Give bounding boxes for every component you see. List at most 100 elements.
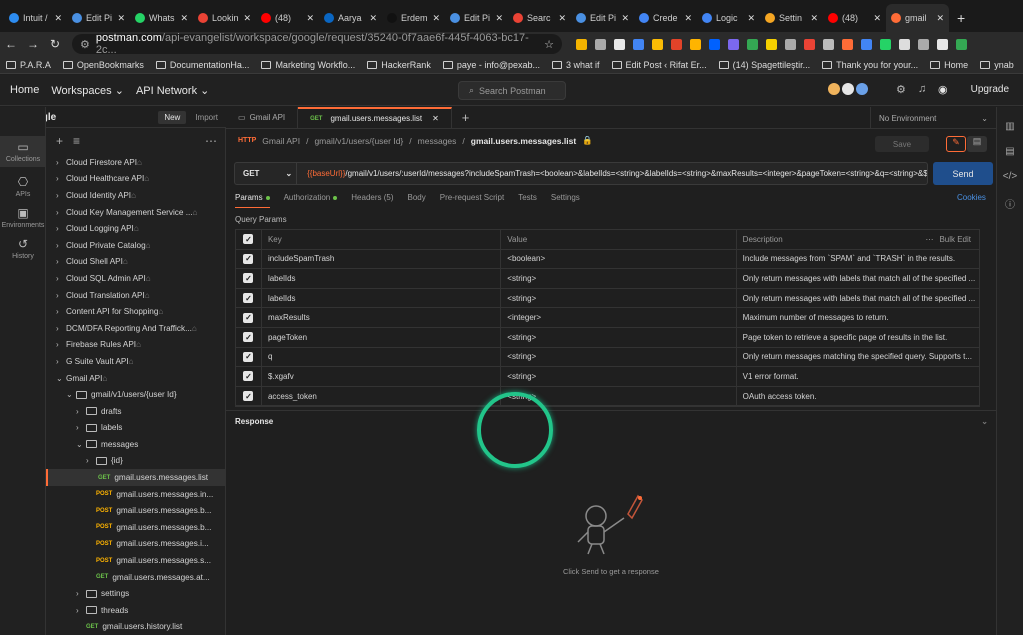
request-tab[interactable]: ▭ Gmail API xyxy=(226,106,299,129)
param-value[interactable]: <integer> xyxy=(501,308,737,327)
chevron-right-icon[interactable]: › xyxy=(56,208,66,217)
param-value[interactable]: <string> xyxy=(501,288,737,308)
chevron-right-icon[interactable]: › xyxy=(86,456,96,465)
bulk-edit-button[interactable]: Bulk Edit xyxy=(939,235,971,244)
folder-item[interactable]: ⌄ messages xyxy=(46,436,225,453)
request-item[interactable]: POST gmail.users.messages.i... xyxy=(46,536,225,553)
chevron-down-icon[interactable]: ⌄ xyxy=(981,417,988,426)
chevron-right-icon[interactable]: › xyxy=(56,158,66,167)
code-icon[interactable]: </> xyxy=(997,171,1023,182)
param-key[interactable]: access_token xyxy=(262,386,502,406)
user-avatar-icon[interactable]: ◉ xyxy=(938,83,948,96)
bookmark-item[interactable]: P.A.R.A xyxy=(6,60,51,70)
chevron-right-icon[interactable]: › xyxy=(56,257,66,266)
close-tab-icon[interactable]: ✕ xyxy=(495,13,503,24)
chevron-right-icon[interactable]: › xyxy=(76,589,86,598)
reload-icon[interactable]: ↻ xyxy=(44,37,66,51)
chevron-right-icon[interactable]: › xyxy=(56,191,66,200)
browser-tab[interactable]: Edit Pi ✕ xyxy=(445,4,508,32)
param-value[interactable]: <string> xyxy=(501,269,737,288)
chevron-right-icon[interactable]: › xyxy=(56,357,66,366)
browser-tab[interactable]: gmail ✕ xyxy=(886,4,949,32)
param-checkbox[interactable]: ✓ xyxy=(243,293,254,304)
browser-tab[interactable]: Whats ✕ xyxy=(130,4,193,32)
url-input[interactable]: {{baseUrl}}/gmail/v1/users/:userId/messa… xyxy=(297,169,927,178)
request-item[interactable]: GET gmail.users.history.list xyxy=(46,619,225,635)
folder-item[interactable]: ⌄ gmail/v1/users/{user Id} xyxy=(46,386,225,403)
collection-item[interactable]: › Cloud Private Catalog ⌂ xyxy=(46,237,225,254)
request-tab[interactable]: GET gmail.users.messages.list ✕ xyxy=(298,106,452,129)
browser-tab[interactable]: Lookin ✕ xyxy=(193,4,256,32)
extension-icon[interactable] xyxy=(728,38,739,50)
workspaces-menu[interactable]: Workspaces ⌄ xyxy=(51,84,124,97)
param-value[interactable]: <string> xyxy=(501,367,737,386)
browser-tab[interactable]: (48) ✕ xyxy=(256,4,319,32)
close-tab-icon[interactable]: ✕ xyxy=(558,13,566,24)
close-tab-icon[interactable]: ✕ xyxy=(684,13,692,24)
collection-item[interactable]: › Cloud Translation API ⌂ xyxy=(46,287,225,304)
add-tab-icon[interactable]: + xyxy=(452,110,480,125)
close-tab-icon[interactable]: ✕ xyxy=(432,13,440,24)
bookmark-item[interactable]: Home xyxy=(930,60,968,70)
extension-icon[interactable] xyxy=(652,38,663,50)
collection-item[interactable]: › Cloud Healthcare API ⌂ xyxy=(46,171,225,188)
param-description[interactable]: Page token to retrieve a specific page o… xyxy=(737,328,979,347)
extension-icon[interactable] xyxy=(918,38,929,50)
edit-icon[interactable]: ✎ xyxy=(946,136,966,152)
bookmark-item[interactable]: DocumentationHa... xyxy=(155,60,249,70)
add-collection-icon[interactable]: + xyxy=(56,134,63,148)
comments-icon[interactable]: ▤ xyxy=(997,146,1023,157)
tab-authorization[interactable]: Authorization xyxy=(284,193,338,208)
extension-icon[interactable] xyxy=(709,38,720,50)
collection-item[interactable]: ⌄ Gmail API ⌂ xyxy=(46,370,225,387)
chevron-right-icon[interactable]: › xyxy=(76,423,86,432)
environment-selector[interactable]: No Environment ⌄ xyxy=(870,107,996,129)
collection-item[interactable]: › Cloud Logging API ⌂ xyxy=(46,220,225,237)
param-checkbox[interactable]: ✓ xyxy=(243,391,254,402)
extension-icon[interactable] xyxy=(747,38,758,50)
tab-params[interactable]: Params xyxy=(235,193,270,208)
collection-item[interactable]: › Firebase Rules API ⌂ xyxy=(46,337,225,354)
param-value[interactable]: <string> xyxy=(501,327,737,347)
bookmark-item[interactable]: OpenBookmarks xyxy=(62,60,144,70)
collection-item[interactable]: › G Suite Vault API ⌂ xyxy=(46,353,225,370)
back-icon[interactable]: ← xyxy=(0,37,22,51)
more-options-icon[interactable]: ⋯ xyxy=(205,134,217,148)
request-item[interactable]: POST gmail.users.messages.b... xyxy=(46,519,225,536)
collection-item[interactable]: › Content API for Shopping ⌂ xyxy=(46,303,225,320)
bookmark-item[interactable]: 3 what if xyxy=(552,60,600,70)
extension-icon[interactable] xyxy=(614,38,625,50)
close-tab-icon[interactable]: ✕ xyxy=(747,13,755,24)
extension-icon[interactable] xyxy=(576,38,587,50)
browser-tab[interactable]: Edit Pi ✕ xyxy=(571,4,634,32)
team-avatars[interactable] xyxy=(828,83,868,95)
param-description[interactable]: Only return messages with labels that ma… xyxy=(737,289,979,308)
collection-item[interactable]: › Cloud Identity API ⌂ xyxy=(46,187,225,204)
param-description[interactable]: V1 error format. xyxy=(737,367,979,386)
close-tab-icon[interactable]: ✕ xyxy=(117,13,125,24)
close-tab-icon[interactable]: ✕ xyxy=(936,13,944,24)
request-item[interactable]: POST gmail.users.messages.in... xyxy=(46,486,225,503)
browser-tab[interactable]: (48) ✕ xyxy=(823,4,886,32)
extension-icon[interactable] xyxy=(880,38,891,50)
documentation-icon[interactable]: ▥ xyxy=(997,121,1023,132)
chevron-right-icon[interactable]: › xyxy=(56,340,66,349)
chevron-right-icon[interactable]: › xyxy=(76,606,86,615)
folder-item[interactable]: › threads xyxy=(46,602,225,619)
extension-icon[interactable] xyxy=(804,38,815,50)
request-item[interactable]: POST gmail.users.messages.b... xyxy=(46,502,225,519)
browser-tab[interactable]: Logic ✕ xyxy=(697,4,760,32)
chevron-right-icon[interactable]: › xyxy=(56,241,66,250)
rail-item-collections[interactable]: ▭ Collections xyxy=(0,136,46,167)
extension-icon[interactable] xyxy=(956,38,967,50)
collection-item[interactable]: › DCM/DFA Reporting And Traffick... ⌂ xyxy=(46,320,225,337)
home-link[interactable]: Home xyxy=(10,84,39,96)
close-tab-icon[interactable]: ✕ xyxy=(432,114,439,123)
save-button[interactable]: Save xyxy=(875,136,929,152)
rail-item-apis[interactable]: ⎔ APIs xyxy=(0,175,46,198)
browser-tab[interactable]: Aarya ✕ xyxy=(319,4,382,32)
bookmark-item[interactable]: paye - info@pexab... xyxy=(442,60,540,70)
rail-item-environments[interactable]: ▣ Environments xyxy=(0,206,46,229)
close-tab-icon[interactable]: ✕ xyxy=(621,13,629,24)
cookies-link[interactable]: Cookies xyxy=(957,193,986,202)
